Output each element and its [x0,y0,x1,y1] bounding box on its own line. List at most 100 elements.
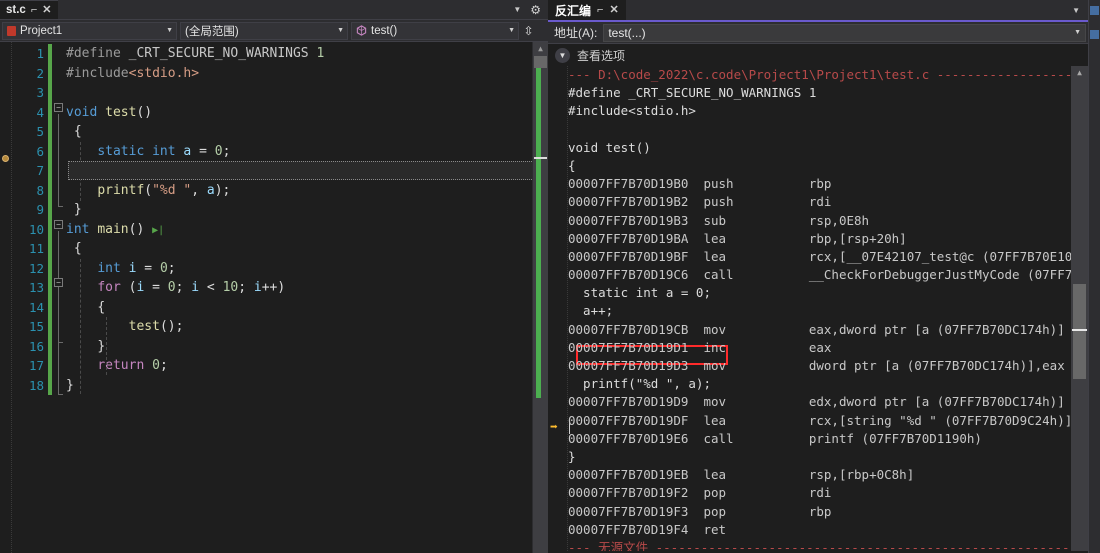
fold-toggle-for[interactable]: − [54,278,63,287]
breakpoint-marker-icon[interactable] [2,155,9,162]
close-icon[interactable]: ✕ [609,4,618,16]
line-number: 17 [28,358,44,373]
source-editor-pane: st.c ⌐ ✕ ▼ ⚙ Project1 ▼ (全局范围) ▼ test() … [0,0,548,553]
disassembly-vertical-scrollbar[interactable]: ▲ [1071,66,1088,551]
instruction-mnemonic: push [703,176,734,192]
scroll-up-arrow-icon[interactable]: ▲ [1071,66,1088,79]
line-number: 4 [36,104,44,120]
collapsed-tool-window-strip[interactable] [1088,0,1100,553]
chevron-down-icon[interactable]: ▼ [160,27,173,34]
instruction-operands: rcx,[string "%d " (07FF7B70D9C24h)] [808,412,1073,428]
chevron-down-icon[interactable]: ▼ [331,27,344,34]
line-number: 10 [28,221,44,237]
instruction-address: 00007FF7B70D19C6 [568,267,689,283]
disasm-instruction: 00007FF7B70D19E6 call printf (07FF7B70D1… [568,430,1070,448]
line-number: 14 [28,299,44,315]
scrollbar-thumb[interactable] [534,56,547,68]
disassembly-listing[interactable]: ➡ --- D:\code_2022\c.code\Project1\Proje… [548,66,1088,551]
code-line: int main() ▶| [66,221,165,237]
code-line: printf("%d ", a); [97,182,231,198]
line-number: 13 [28,280,44,295]
code-text-region[interactable]: #define _CRT_SECURE_NO_WARNINGS 1 #inclu… [66,42,548,553]
code-editor-surface[interactable]: 1 2 3 4 5 6 7 8 9 10 11 12 13 14 15 16 1… [0,42,548,553]
editor-vertical-scrollbar[interactable]: ▲ [532,42,548,553]
instruction-operands: rsp,[rbp+0C8h] [808,467,915,483]
view-options-row[interactable]: ▼ 查看选项 [548,44,1088,66]
code-line: { [73,241,82,256]
disassembly-tab[interactable]: 反汇编 ⌐ ✕ [548,0,626,20]
fold-toggle-main[interactable]: − [54,220,63,229]
chevron-down-icon[interactable]: ▼ [513,5,521,14]
instruction-operands: edx,dword ptr [a (07FF7B70DC174h)] [808,394,1065,410]
disasm-instruction: 00007FF7B70D19D1 inc eax [568,339,1070,357]
instruction-mnemonic: call [703,267,734,283]
scrollbar-thumb[interactable] [1073,284,1086,379]
editor-tab-label: st.c [6,4,26,16]
pin-icon[interactable]: ⌐ [31,4,37,16]
disasm-src-line: void test() [568,139,651,155]
chevron-down-icon[interactable]: ▼ [502,27,515,34]
disasm-src-line: { [568,157,576,173]
code-line: #define _CRT_SECURE_NO_WARNINGS 1 [66,46,325,61]
instruction-operands: rcx,[__07E42107_test@c (07FF7B70E100 [808,248,1080,264]
chevron-down-icon[interactable]: ▼ [1074,29,1081,36]
line-number: 3 [36,85,44,100]
instruction-mnemonic: pop [703,503,727,519]
split-view-icon[interactable]: ⇳ [522,25,535,37]
code-line: void test() [66,104,153,120]
tool-window-icon[interactable] [1090,6,1099,15]
view-options-label: 查看选项 [577,48,626,63]
line-number: 6 [36,143,44,159]
code-line: { [73,124,82,139]
instruction-mnemonic: mov [703,358,727,373]
breakpoint-gutter[interactable] [0,42,12,553]
instruction-address: 00007FF7B70D19B2 [568,194,689,210]
disassembly-gutter[interactable]: ➡ [548,66,568,551]
instruction-operands: __CheckForDebuggerJustMyCode (07FF7B [808,267,1080,283]
fold-toggle-test[interactable]: − [54,103,63,112]
function-dropdown[interactable]: test() ▼ [351,21,519,40]
instruction-address: 00007FF7B70D19DF [568,412,689,428]
chevron-down-icon[interactable]: ▼ [1072,6,1080,15]
instruction-mnemonic: inc [703,339,727,355]
instruction-operands: rbp [808,503,832,519]
address-input[interactable]: test(...) ▼ [603,23,1086,42]
pin-icon[interactable]: ⌐ [597,4,603,16]
line-number: 2 [36,65,44,81]
address-input-value: test(...) [608,25,646,40]
instruction-mnemonic: push [703,194,734,210]
visual-studio-window: st.c ⌐ ✕ ▼ ⚙ Project1 ▼ (全局范围) ▼ test() … [0,0,1100,553]
scope-dropdown[interactable]: (全局范围) ▼ [180,21,348,40]
instruction-operands: dword ptr [a (07FF7B70DC174h)],eax [808,358,1065,373]
instruction-address: 00007FF7B70D19F2 [568,485,689,501]
run-to-here-icon[interactable]: ▶| [152,225,164,236]
disasm-instruction: 00007FF7B70D19BF lea rcx,[__07E42107_tes… [568,248,1080,266]
code-line: } [66,377,74,393]
disasm-instruction: 00007FF7B70D19F4 ret [568,521,1070,539]
code-line: int i = 0; [97,260,176,276]
disasm-src-line: #include<stdio.h> [568,103,696,119]
instruction-mnemonic: lea [703,230,727,246]
code-folding-gutter[interactable]: − − − [52,42,66,553]
gear-icon[interactable]: ⚙ [530,3,541,17]
disasm-instruction-current: 00007FF7B70D19D3 mov dword ptr [a (07FF7… [568,357,1070,375]
scroll-up-arrow-icon[interactable]: ▲ [533,42,548,56]
project-dropdown[interactable]: Project1 ▼ [2,21,177,40]
tool-window-icon[interactable] [1090,30,1099,39]
instruction-operands: rbp [808,176,832,192]
line-number: 1 [36,46,44,61]
instruction-address: 00007FF7B70D19EB [568,467,689,483]
code-line: test(); [128,319,184,334]
scope-dropdown-value: (全局范围) [185,25,239,38]
instruction-address: 00007FF7B70D19BF [568,248,689,264]
close-icon[interactable]: ✕ [42,4,51,16]
instruction-mnemonic: lea [703,467,727,483]
disasm-inline-source: printf("%d ", a); [568,376,711,392]
editor-tab-test-c[interactable]: st.c ⌐ ✕ [0,0,59,19]
scrollbar-track[interactable] [533,56,548,553]
chevron-down-icon[interactable]: ▼ [555,47,570,63]
instruction-operands: eax,dword ptr [a (07FF7B70DC174h)] [808,321,1065,337]
address-bar: 地址(A): test(...) ▼ [548,22,1088,44]
disassembly-tabstrip: 反汇编 ⌐ ✕ ▼ [548,0,1088,22]
editor-navigation-bar: Project1 ▼ (全局范围) ▼ test() ▼ ⇳ [0,20,548,42]
